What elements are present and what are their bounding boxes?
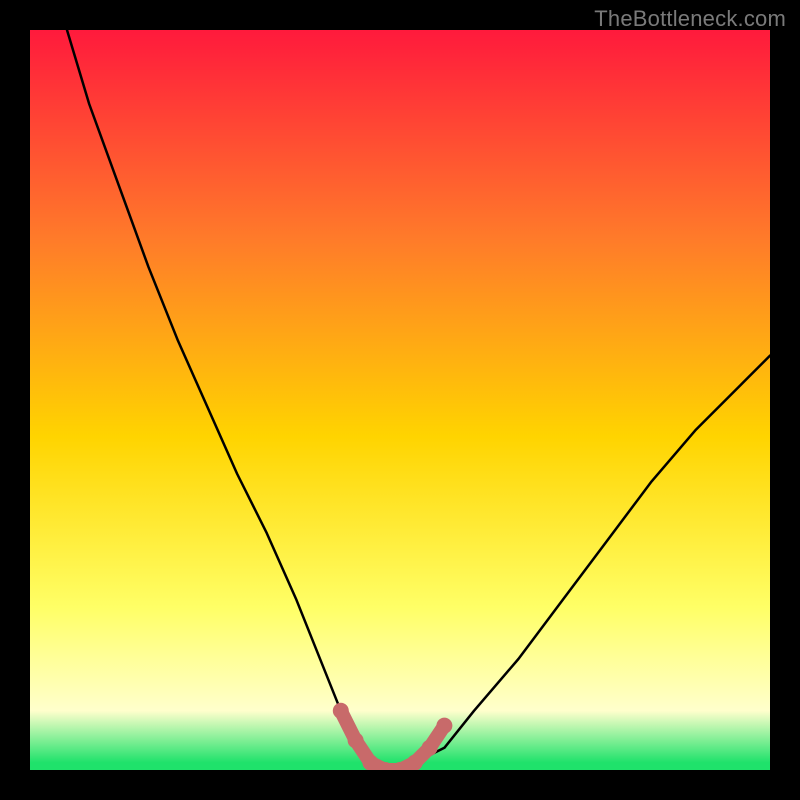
optimum-point xyxy=(362,755,378,770)
plot-area xyxy=(30,30,770,770)
optimum-point xyxy=(407,755,423,770)
chart-frame: TheBottleneck.com xyxy=(0,0,800,800)
optimum-point xyxy=(348,732,364,748)
bottleneck-chart xyxy=(30,30,770,770)
gradient-background xyxy=(30,30,770,770)
watermark-text: TheBottleneck.com xyxy=(594,6,786,32)
optimum-point xyxy=(436,718,452,734)
optimum-point xyxy=(422,740,438,756)
optimum-point xyxy=(333,703,349,719)
